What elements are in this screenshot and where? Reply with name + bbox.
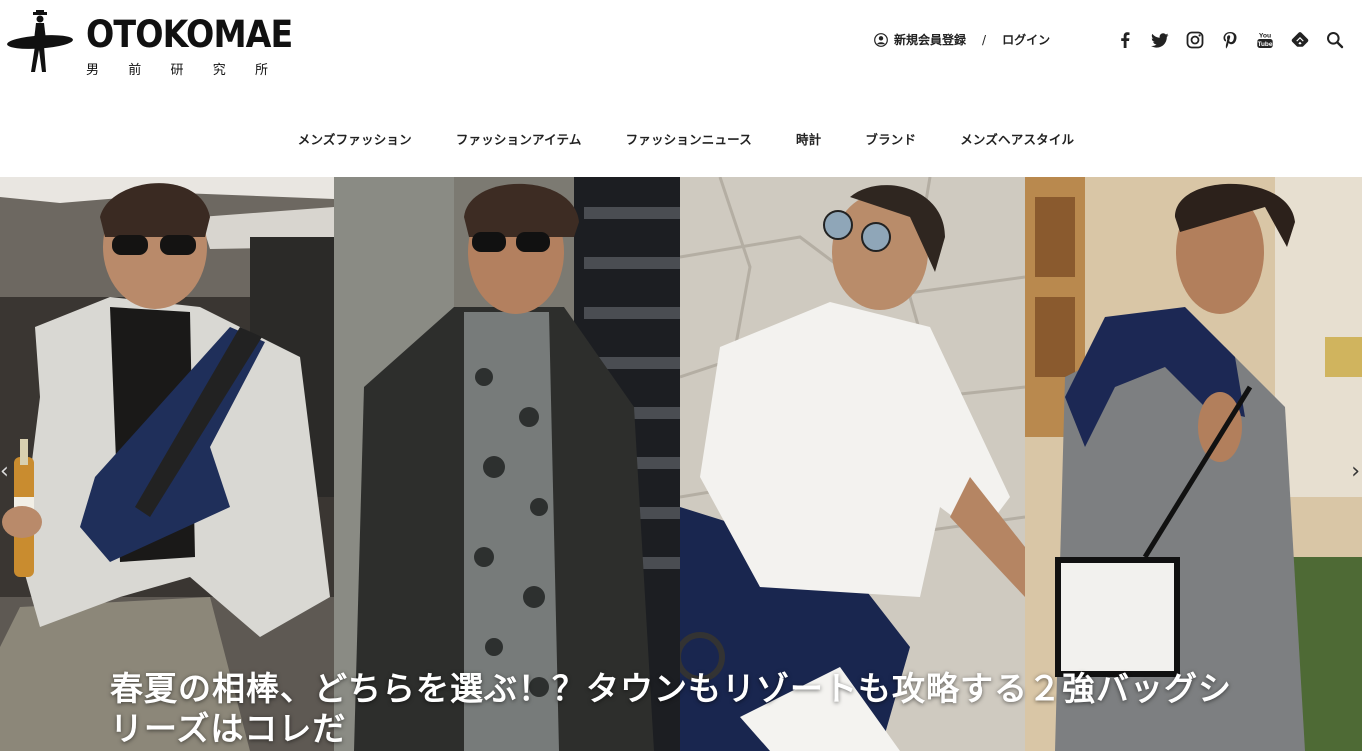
site-logo[interactable]: OTOKOMAE 男 前 研 究 所 (6, 10, 293, 78)
hero-photo-3 (680, 177, 1025, 751)
surfer-logo-icon (7, 10, 73, 72)
instagram-icon[interactable] (1184, 29, 1206, 51)
logo-sub-char: 男 (86, 63, 100, 78)
hero-photo-1 (0, 177, 334, 751)
logo-wordmark: OTOKOMAE (86, 13, 293, 56)
logo-subtitle: 男 前 研 究 所 (86, 59, 268, 78)
youtube-icon[interactable]: You Tube (1254, 29, 1276, 51)
facebook-icon[interactable] (1114, 29, 1136, 51)
slider-next-arrow[interactable]: › (1351, 461, 1360, 483)
twitter-icon[interactable] (1149, 29, 1171, 51)
nav-item-fashion-news[interactable]: ファッションニュース (626, 129, 752, 148)
nav-item-mens-fashion[interactable]: メンズファッション (298, 129, 412, 148)
nav-item-watches[interactable]: 時計 (796, 129, 821, 148)
feedly-icon[interactable] (1289, 29, 1311, 51)
hero-photo-2 (334, 177, 680, 751)
register-link[interactable]: 新規会員登録 (894, 31, 966, 48)
logo-sub-char: 研 (170, 63, 184, 78)
pinterest-icon[interactable] (1219, 29, 1241, 51)
social-links: You Tube (1114, 29, 1346, 51)
user-icon (874, 32, 888, 47)
site-header: OTOKOMAE 男 前 研 究 所 新規会員登録 / ログイン You Tub… (0, 0, 1362, 177)
svg-text:You: You (1259, 33, 1271, 40)
main-nav: メンズファッション ファッションアイテム ファッションニュース 時計 ブランド … (0, 129, 1362, 148)
account-links: 新規会員登録 / ログイン (874, 31, 1050, 48)
logo-sub-char: 所 (254, 63, 268, 78)
svg-text:Tube: Tube (1258, 41, 1273, 48)
nav-item-mens-hairstyle[interactable]: メンズヘアスタイル (960, 129, 1074, 148)
nav-item-brands[interactable]: ブランド (865, 129, 916, 148)
slider-prev-arrow[interactable]: ‹ (0, 461, 9, 483)
nav-item-fashion-items[interactable]: ファッションアイテム (456, 129, 582, 148)
logo-sub-char: 究 (212, 63, 226, 78)
hero-photo-4 (1025, 177, 1362, 751)
account-separator: / (982, 32, 987, 47)
login-link[interactable]: ログイン (1002, 31, 1050, 48)
hero-slider[interactable]: ‹ › 春夏の相棒、どちらを選ぶ！？タウンもリゾートも攻略する２強バッグシリーズ… (0, 177, 1362, 751)
hero-article-title[interactable]: 春夏の相棒、どちらを選ぶ！？タウンもリゾートも攻略する２強バッグシリーズはコレだ (110, 669, 1250, 749)
search-icon[interactable] (1324, 29, 1346, 51)
logo-sub-char: 前 (128, 63, 142, 78)
